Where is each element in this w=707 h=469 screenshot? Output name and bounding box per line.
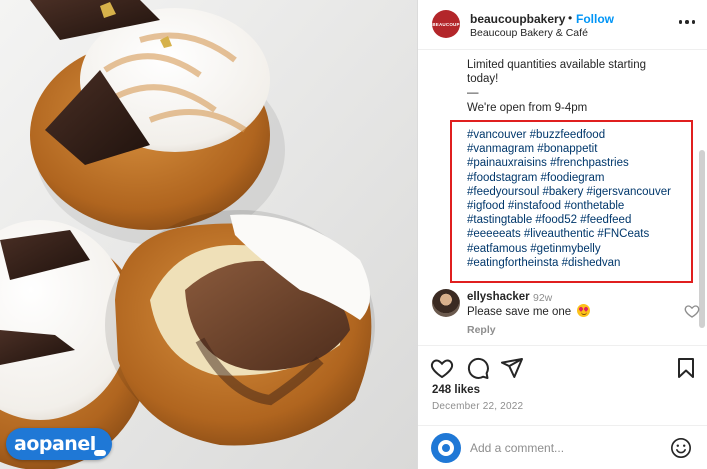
comment-time[interactable]: 92w — [533, 292, 552, 304]
hashtag-line[interactable]: #igfood #instafood #onthetable — [467, 199, 693, 213]
caption-divider: — — [467, 87, 479, 100]
heart-eyes-emoji-icon — [577, 304, 590, 317]
hashtag-line[interactable]: #vanmagram #bonappetit — [467, 142, 693, 156]
hashtag-line[interactable]: #eeeeeats #liveauthentic #FNCeats — [467, 227, 693, 241]
author-location[interactable]: Beaucoup Bakery & Café — [470, 27, 588, 39]
watermark-text: aopanel — [14, 433, 96, 455]
hashtag-line[interactable]: #foodstagram #foodiegram — [467, 171, 693, 185]
follow-button[interactable]: Follow — [576, 12, 614, 26]
like-comment-heart-icon[interactable] — [684, 303, 700, 319]
hashtag-line[interactable]: #eatfamous #getinmybelly — [467, 242, 693, 256]
hashtag-list: #vancouver #buzzfeedfood #vanmagram #bon… — [467, 128, 693, 270]
post-caption: Limited quantities available starting to… — [467, 58, 697, 115]
author-avatar-text: BEAUCOUP — [432, 21, 460, 27]
hashtag-line[interactable]: #vancouver #buzzfeedfood — [467, 128, 693, 142]
emoji-picker-icon[interactable] — [670, 437, 692, 459]
current-user-avatar — [431, 433, 461, 463]
add-comment-bar — [418, 425, 707, 469]
hashtag-line[interactable]: #painauxraisins #frenchpastries — [467, 156, 693, 170]
watermark-logo: aopanel — [6, 428, 112, 460]
watermark-dot — [94, 450, 106, 456]
author-username[interactable]: beaucoupbakery — [470, 12, 565, 26]
caption-line: Limited quantities available starting — [467, 59, 646, 71]
hashtag-line[interactable]: #feedyoursoul #bakery #igersvancouver — [467, 185, 693, 199]
comment-text: Please save me one — [467, 306, 572, 318]
like-heart-icon[interactable] — [430, 356, 454, 380]
share-paper-plane-icon[interactable] — [500, 356, 524, 380]
post-header: BEAUCOUP beaucoupbakery • Follow Beaucou… — [418, 0, 707, 50]
pastry-photo-illustration — [0, 0, 417, 469]
caption-line: today! — [467, 73, 499, 86]
header-separator: • — [568, 11, 573, 25]
post-date[interactable]: December 22, 2022 — [432, 401, 523, 412]
comment-bubble-icon[interactable] — [466, 356, 490, 380]
hashtag-line[interactable]: #eatingfortheinsta #dishedvan — [467, 256, 693, 270]
caption-hours: We're open from 9-4pm — [467, 101, 588, 114]
hashtag-line[interactable]: #tastingtable #food52 #feedfeed — [467, 213, 693, 227]
comments-scrollbar[interactable] — [699, 150, 705, 328]
post-side-panel: BEAUCOUP beaucoupbakery • Follow Beaucou… — [417, 0, 707, 469]
comment-item: ellyshacker 92w Please save me one Reply — [432, 289, 700, 339]
more-options-icon[interactable] — [676, 14, 698, 30]
commenter-username[interactable]: ellyshacker — [467, 291, 530, 303]
commenter-avatar[interactable] — [432, 289, 460, 317]
save-bookmark-icon[interactable] — [674, 356, 698, 380]
author-avatar[interactable]: BEAUCOUP — [432, 10, 460, 38]
post-photo[interactable]: aopanel — [0, 0, 417, 469]
add-comment-input[interactable] — [470, 439, 660, 457]
likes-count[interactable]: 248 likes — [432, 384, 480, 396]
reply-button[interactable]: Reply — [467, 324, 496, 336]
